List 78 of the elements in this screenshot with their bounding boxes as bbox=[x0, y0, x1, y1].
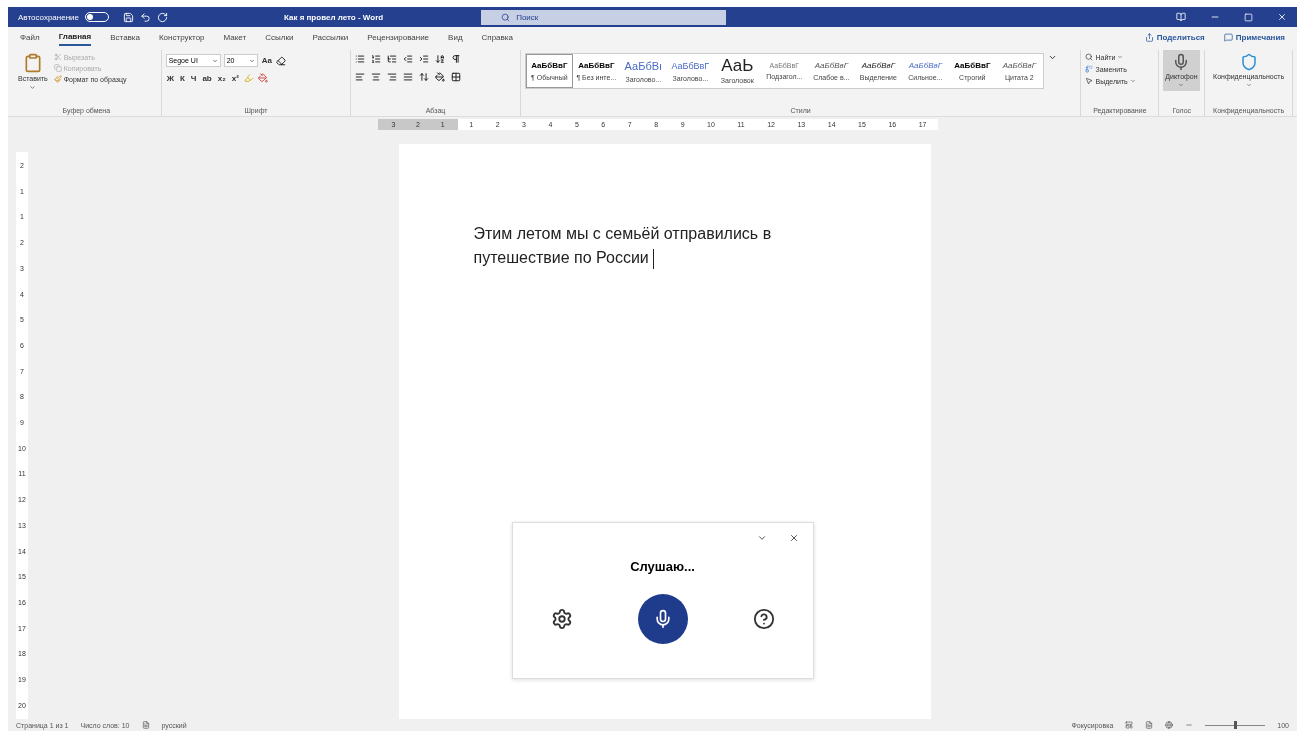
caret-icon bbox=[1129, 78, 1136, 84]
borders-icon[interactable] bbox=[451, 72, 462, 82]
share-button[interactable]: Поделиться bbox=[1144, 33, 1205, 42]
settings-button[interactable] bbox=[550, 608, 573, 630]
caret-icon bbox=[1245, 82, 1252, 88]
proofing-icon bbox=[141, 721, 150, 729]
scissors-icon bbox=[53, 53, 62, 61]
ribbon-tab[interactable]: Главная bbox=[58, 29, 92, 46]
format-button[interactable]: К bbox=[178, 73, 186, 83]
ribbon-tab[interactable]: Рассылки bbox=[312, 30, 349, 45]
comment-icon bbox=[1223, 33, 1233, 42]
multilevel-list-icon[interactable] bbox=[387, 54, 398, 64]
paintbrush-icon bbox=[53, 75, 62, 83]
save-icon[interactable] bbox=[123, 11, 134, 23]
ribbon-tab[interactable]: Макет bbox=[223, 30, 247, 45]
bullets-icon[interactable] bbox=[355, 54, 366, 64]
ribbon-tab[interactable]: Файл bbox=[20, 30, 40, 45]
share-icon bbox=[1144, 33, 1154, 42]
close-button[interactable] bbox=[788, 533, 799, 543]
window-title: Как я провел лето - Word bbox=[284, 12, 384, 22]
search-field[interactable]: Поиск bbox=[481, 9, 727, 25]
ribbon-tab[interactable]: Рецензирование bbox=[367, 30, 430, 45]
gallery-more-icon[interactable] bbox=[1047, 53, 1057, 62]
undo-icon[interactable] bbox=[140, 11, 151, 23]
close-icon[interactable] bbox=[1277, 12, 1287, 22]
pilcrow-icon[interactable] bbox=[451, 54, 462, 64]
redo-icon[interactable] bbox=[157, 11, 168, 23]
help-button[interactable] bbox=[752, 608, 775, 630]
copy-icon bbox=[53, 64, 62, 72]
read-mode-icon[interactable] bbox=[1125, 721, 1134, 729]
close-icon bbox=[788, 533, 799, 543]
caret-icon bbox=[1178, 82, 1185, 88]
sort-icon[interactable] bbox=[435, 54, 446, 64]
format-button[interactable]: Ч bbox=[189, 73, 198, 83]
search-icon bbox=[501, 12, 511, 22]
settings-icon bbox=[550, 608, 573, 630]
ribbon-tab[interactable]: Конструктор bbox=[158, 30, 205, 45]
caret-icon bbox=[29, 84, 37, 91]
help-icon bbox=[752, 608, 775, 630]
microphone-button[interactable] bbox=[637, 594, 688, 644]
print-layout-icon[interactable] bbox=[1145, 721, 1154, 729]
justify-icon[interactable] bbox=[403, 72, 414, 82]
maximize-icon[interactable] bbox=[1244, 12, 1253, 22]
web-layout-icon[interactable] bbox=[1165, 721, 1174, 729]
format-button[interactable]: x₂ bbox=[216, 73, 227, 83]
increase-indent-icon[interactable] bbox=[419, 54, 430, 64]
decrease-indent-icon[interactable] bbox=[403, 54, 414, 64]
caret-icon bbox=[1117, 54, 1124, 60]
shading-icon[interactable] bbox=[435, 72, 446, 82]
collapse-button[interactable] bbox=[756, 533, 767, 543]
align-left-icon[interactable] bbox=[355, 72, 366, 82]
shield-icon bbox=[1239, 53, 1258, 71]
format-button[interactable]: x² bbox=[230, 73, 240, 83]
caret-icon bbox=[211, 57, 218, 64]
autosave-label: Автосохранение bbox=[18, 12, 79, 22]
pointer-icon bbox=[1085, 77, 1094, 85]
replace-icon bbox=[1085, 65, 1094, 73]
format-button[interactable]: ab bbox=[201, 73, 213, 83]
ribbon-tab[interactable]: Справка bbox=[481, 30, 513, 45]
dictation-status: Слушаю... bbox=[630, 559, 695, 574]
font-color-icon[interactable] bbox=[257, 73, 268, 83]
search-icon bbox=[1085, 53, 1094, 61]
comments-button[interactable]: Примечания bbox=[1223, 33, 1285, 42]
caret-icon bbox=[248, 57, 255, 64]
align-center-icon[interactable] bbox=[371, 72, 382, 82]
document-paragraph: Этим летом мы с семьёй отправились в путешествие по России bbox=[473, 222, 834, 270]
zoom-slider-thumb[interactable] bbox=[1233, 721, 1237, 729]
align-right-icon[interactable] bbox=[387, 72, 398, 82]
ribbon-tab[interactable]: Ссылки bbox=[265, 30, 294, 45]
chevron-icon bbox=[756, 533, 767, 543]
display-options-icon[interactable] bbox=[1176, 12, 1186, 22]
line-spacing-icon[interactable] bbox=[419, 72, 430, 82]
format-button[interactable]: Ж bbox=[165, 73, 175, 83]
ribbon-tab[interactable]: Вставка bbox=[110, 30, 140, 45]
ribbon-tab[interactable]: Вид bbox=[448, 30, 463, 45]
case-button[interactable]: Aa bbox=[260, 56, 273, 65]
clear-formatting-icon[interactable] bbox=[275, 55, 286, 66]
numbering-icon[interactable] bbox=[371, 54, 382, 64]
